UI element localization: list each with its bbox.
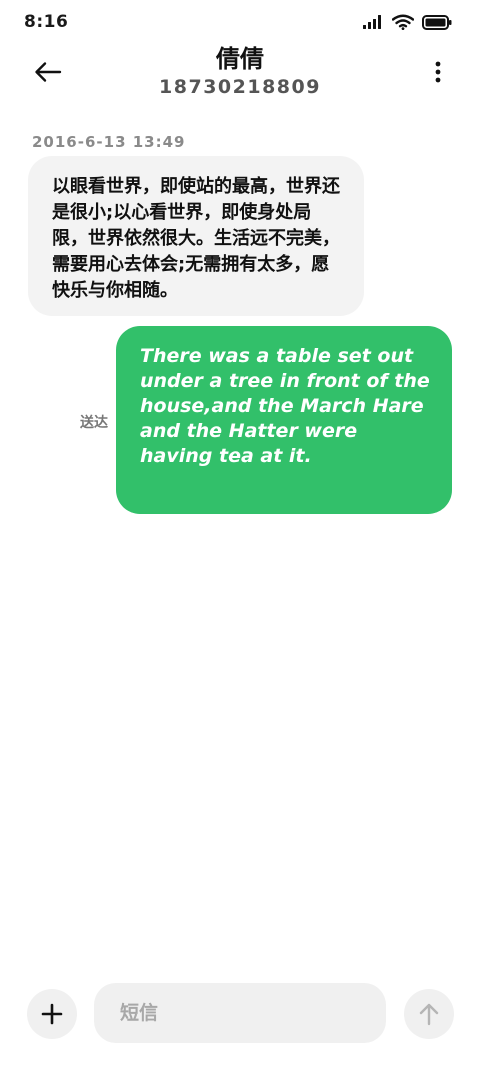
outgoing-message-bubble[interactable]: There was a table set out under a tree i…: [116, 326, 452, 514]
incoming-message-text: 以眼看世界，即使站的最高，世界还是很小;以心看世界，即使身处局限，世界依然很大。…: [52, 176, 340, 301]
contact-number: 18730218809: [159, 76, 321, 98]
status-icons: [362, 14, 452, 30]
contact-title: 倩倩 18730218809: [0, 44, 480, 100]
signal-icon: [362, 14, 384, 30]
add-attachment-button[interactable]: [27, 989, 77, 1039]
arrow-up-icon: [418, 1002, 440, 1026]
status-bar: 8:16: [0, 0, 480, 44]
message-composer: [0, 982, 480, 1046]
plus-icon: [41, 1003, 63, 1025]
conversation-header: 倩倩 18730218809: [0, 44, 480, 106]
send-button[interactable]: [404, 989, 454, 1039]
message-timestamp: 2016-6-13 13:49: [32, 133, 186, 151]
wifi-icon: [392, 14, 414, 30]
battery-icon: [422, 14, 452, 30]
outgoing-message-text: There was a table set out under a tree i…: [140, 345, 430, 467]
incoming-message-bubble[interactable]: 以眼看世界，即使站的最高，世界还是很小;以心看世界，即使身处局限，世界依然很大。…: [28, 156, 364, 316]
contact-name: 倩倩: [216, 45, 264, 73]
more-options-button[interactable]: [426, 56, 450, 88]
delivery-status: 送达: [80, 415, 108, 431]
more-vertical-icon: [435, 61, 441, 83]
status-time: 8:16: [24, 12, 69, 32]
message-input[interactable]: [94, 983, 386, 1043]
